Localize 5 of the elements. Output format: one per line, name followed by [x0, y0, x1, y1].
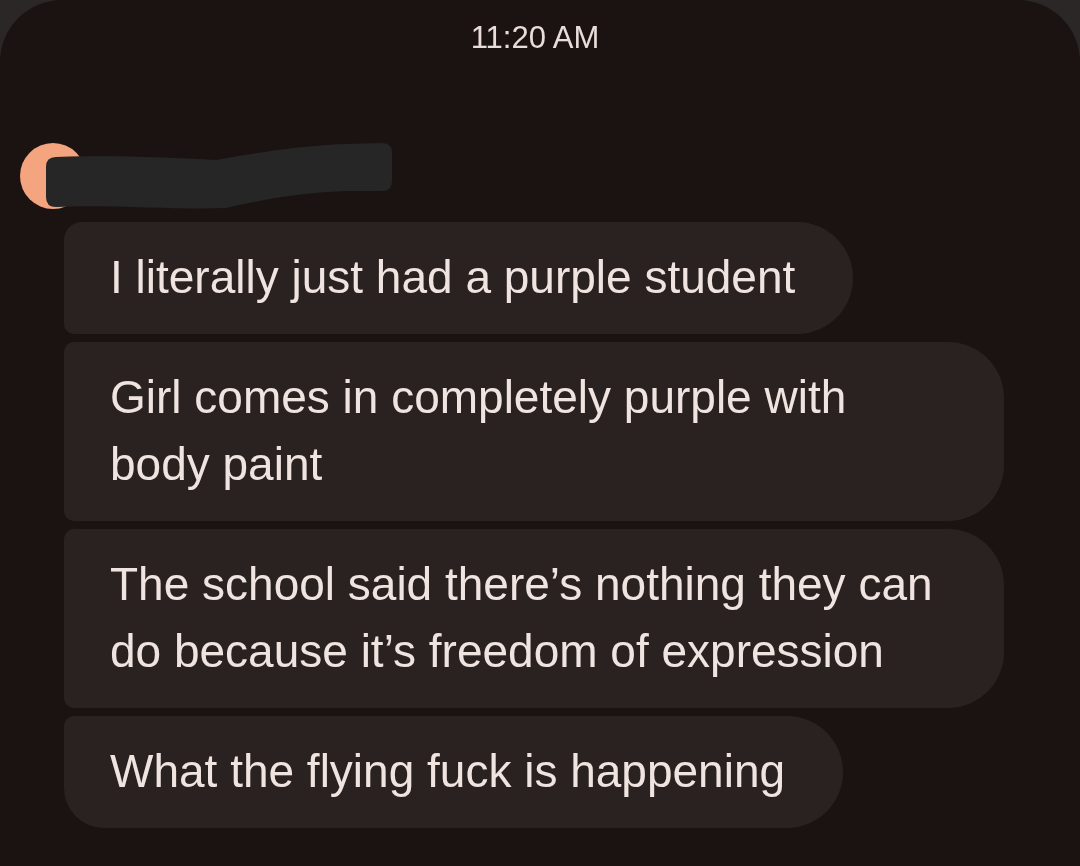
message-bubble: What the flying fuck is happening — [64, 716, 844, 828]
message-bubble: Girl comes in completely purple with body paint — [64, 342, 1004, 521]
message-bubble: The school said there’s nothing they can do because it’s freedom of expression — [64, 529, 1004, 708]
message-timestamp: 11:20 AM — [470, 20, 601, 55]
message-bubble: I literally just had a purple student — [64, 222, 854, 334]
